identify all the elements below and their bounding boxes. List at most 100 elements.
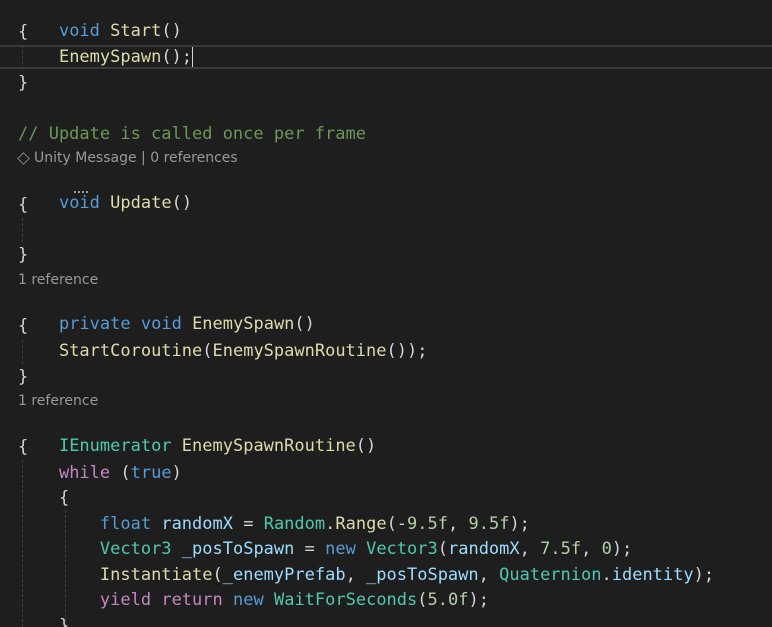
punctuation: ) bbox=[171, 463, 182, 483]
code-line-brace[interactable]: { bbox=[18, 435, 28, 459]
brace: { bbox=[58, 488, 70, 508]
codelens-text: Unity Message | 0 references bbox=[34, 150, 238, 166]
code-line-float[interactable]: float randomX = Random.Range(-9.5f, 9.5f… bbox=[18, 512, 530, 536]
number: 0 bbox=[601, 539, 612, 559]
codelens-unity-message[interactable]: Unity Message | 0 references bbox=[17, 148, 238, 168]
type-name: Quaternion bbox=[499, 565, 602, 585]
code-line-enemyspawn-decl[interactable]: private void EnemySpawn() bbox=[18, 288, 315, 334]
brace: } bbox=[18, 73, 29, 93]
punctuation: , bbox=[448, 514, 469, 534]
variable: _posToSpawn bbox=[366, 565, 479, 585]
punctuation: , bbox=[478, 565, 500, 585]
variable: _enemyPrefab bbox=[222, 565, 346, 585]
code-line-brace[interactable]: } bbox=[18, 243, 28, 267]
punctuation: ( bbox=[202, 341, 213, 361]
method-call: EnemySpawnRoutine bbox=[212, 341, 387, 361]
punctuation: ); bbox=[611, 539, 633, 559]
code-editor[interactable]: void Start() { EnemySpawn(); } // Update… bbox=[0, 0, 772, 627]
method-call: StartCoroutine bbox=[58, 341, 203, 361]
keyword: new bbox=[233, 590, 264, 610]
punctuation: = bbox=[232, 514, 264, 534]
punctuation: () bbox=[294, 314, 315, 334]
code-line-routine-decl[interactable]: IEnumerator EnemySpawnRoutine() bbox=[18, 410, 376, 456]
code-line-update-decl[interactable]: void Update() bbox=[18, 167, 192, 213]
punctuation: , bbox=[581, 539, 602, 559]
method-call: EnemySpawn bbox=[58, 47, 162, 67]
punctuation: = bbox=[294, 539, 326, 559]
keyword: float bbox=[99, 514, 152, 534]
keyword: private bbox=[58, 314, 131, 334]
keyword: new bbox=[325, 539, 356, 559]
code-line-comment[interactable]: // Update is called once per frame bbox=[18, 122, 366, 146]
brace: { bbox=[18, 437, 29, 457]
punctuation: () bbox=[161, 21, 182, 41]
brace: { bbox=[18, 195, 29, 215]
control-keyword: while bbox=[58, 463, 111, 483]
punctuation: ( bbox=[437, 539, 448, 559]
method-call: Range bbox=[335, 514, 387, 534]
method-name: EnemySpawnRoutine bbox=[181, 436, 356, 456]
punctuation: ); bbox=[468, 590, 489, 610]
code-line-brace[interactable]: { bbox=[18, 193, 28, 217]
keyword: true bbox=[130, 463, 172, 483]
method-call: Instantiate bbox=[99, 565, 213, 585]
punctuation: ); bbox=[693, 565, 715, 585]
punctuation: ( bbox=[212, 565, 223, 585]
variable: randomX bbox=[161, 514, 233, 534]
code-line-brace[interactable]: { bbox=[18, 20, 28, 44]
punctuation: ()); bbox=[386, 341, 428, 361]
codelens-text: 1 reference bbox=[18, 272, 99, 288]
brace: } bbox=[58, 616, 70, 627]
punctuation: . bbox=[601, 565, 612, 585]
codelens-references[interactable]: 1 reference bbox=[18, 270, 98, 290]
cube-icon bbox=[17, 151, 30, 165]
type-name: Vector3 bbox=[366, 539, 438, 559]
method-name: Start bbox=[110, 21, 162, 41]
code-line-brace[interactable]: { bbox=[18, 486, 69, 510]
punctuation: ( bbox=[417, 590, 428, 610]
variable: _posToSpawn bbox=[181, 539, 295, 559]
code-line-enemyspawn-call[interactable]: EnemySpawn(); bbox=[18, 45, 194, 69]
codelens-text: 1 reference bbox=[18, 393, 99, 409]
number: 9.5f bbox=[407, 514, 448, 534]
brace: { bbox=[18, 22, 29, 42]
type-name: Random bbox=[263, 514, 326, 534]
brace: } bbox=[18, 245, 29, 265]
code-line-vector[interactable]: Vector3 _posToSpawn = new Vector3(random… bbox=[18, 537, 632, 561]
variable: randomX bbox=[447, 539, 520, 559]
comment: // Update is called once per frame bbox=[18, 124, 366, 144]
number: 7.5f bbox=[540, 539, 582, 559]
keyword: void bbox=[140, 314, 182, 334]
property: identity bbox=[611, 565, 694, 585]
punctuation: () bbox=[355, 436, 377, 456]
method-name: EnemySpawn bbox=[192, 314, 295, 334]
type-name: IEnumerator bbox=[58, 436, 172, 456]
code-line-start-decl[interactable]: void Start() bbox=[18, 0, 182, 41]
control-keyword: return bbox=[161, 590, 223, 610]
suggestion-dots bbox=[74, 191, 88, 193]
brace: { bbox=[18, 316, 29, 336]
code-line-brace[interactable]: } bbox=[18, 365, 28, 389]
control-keyword: yield bbox=[99, 590, 152, 610]
brace: } bbox=[18, 367, 29, 387]
punctuation: ( bbox=[110, 463, 131, 483]
code-line-yield[interactable]: yield return new WaitForSeconds(5.0f); bbox=[18, 588, 489, 612]
codelens-references[interactable]: 1 reference bbox=[18, 391, 98, 411]
code-line-instantiate[interactable]: Instantiate(_enemyPrefab, _posToSpawn, Q… bbox=[18, 563, 714, 587]
method-name: Update bbox=[110, 193, 172, 213]
code-line-brace[interactable]: } bbox=[18, 614, 69, 627]
code-line-brace[interactable]: } bbox=[18, 71, 28, 95]
punctuation: . bbox=[325, 514, 336, 534]
number: 5.0f bbox=[427, 590, 469, 610]
keyword: void bbox=[58, 193, 100, 213]
punctuation: ); bbox=[509, 514, 530, 534]
code-line-while[interactable]: while (true) bbox=[18, 461, 182, 485]
code-line-startcoroutine[interactable]: StartCoroutine(EnemySpawnRoutine()); bbox=[18, 339, 428, 363]
number: 9.5f bbox=[468, 514, 510, 534]
code-line-brace[interactable]: { bbox=[18, 314, 28, 338]
keyword: void bbox=[58, 21, 100, 41]
punctuation: , bbox=[345, 565, 367, 585]
punctuation: () bbox=[171, 193, 193, 213]
type-name: WaitForSeconds bbox=[273, 590, 418, 610]
punctuation: , bbox=[519, 539, 541, 559]
